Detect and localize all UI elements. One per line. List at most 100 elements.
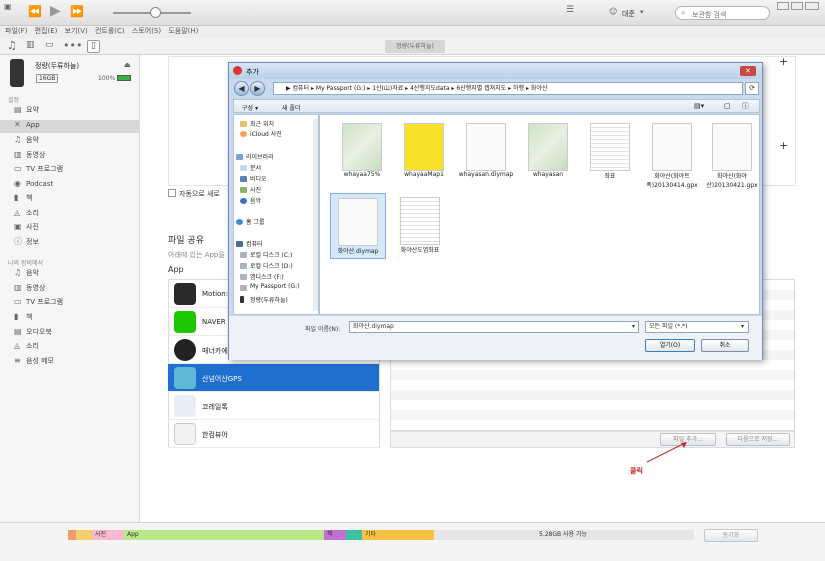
address-bar[interactable]: ▶ 컴퓨터 ▸ My Passport (G:) ▸ 1산(山)자료 ▸ 4산행… bbox=[273, 82, 743, 95]
save-to-button[interactable]: 다음으로 저장... bbox=[726, 433, 790, 446]
cancel-button[interactable]: 취소 bbox=[701, 339, 749, 352]
file-item[interactable]: 화야산(화야산)20130421.gpx bbox=[704, 123, 760, 189]
menu-edit[interactable]: 편집(E) bbox=[35, 27, 58, 35]
nav-item[interactable]: 컴퓨터 bbox=[246, 239, 263, 248]
sidebar-device-audiobooks[interactable]: ▤ 오디오북 bbox=[14, 327, 52, 340]
open-button[interactable]: 열기(O) bbox=[645, 339, 695, 352]
device-button[interactable]: ▯ bbox=[87, 40, 100, 53]
organize-button[interactable]: 구성 ▾ bbox=[242, 103, 258, 112]
filename-input[interactable]: 화야산.diymap bbox=[349, 321, 639, 333]
refresh-icon[interactable]: ⟳ bbox=[745, 82, 759, 95]
sidebar-item-music[interactable]: ♫ 음악 bbox=[14, 135, 39, 148]
sidebar-item-tv[interactable]: ▭ TV 프로그램 bbox=[14, 164, 63, 177]
add-page-icon[interactable]: + bbox=[779, 55, 788, 68]
sidebar-device-video[interactable]: ▥ 동영상 bbox=[14, 283, 45, 296]
sidebar-item-photos[interactable]: ▣ 사진 bbox=[14, 222, 39, 235]
search-input[interactable]: ⌕ 보관함 검색 bbox=[675, 6, 770, 20]
app-row[interactable]: 한컴뷰어 bbox=[168, 420, 379, 448]
account-label[interactable]: 대준 bbox=[622, 9, 635, 19]
sidebar-item-tones[interactable]: ◬ 소리 bbox=[14, 208, 39, 221]
navigation-pane: 최근 위치 iCloud 사진 라이브러리 문서 비디오 사진 음악 홈 그룹 … bbox=[233, 114, 319, 315]
chevron-down-icon[interactable]: ▾ bbox=[632, 323, 635, 330]
sidebar-device-tv[interactable]: ▭ TV 프로그램 bbox=[14, 297, 63, 310]
apps-header: App bbox=[168, 265, 184, 274]
nav-item[interactable]: 로컬 디스크 (D:) bbox=[250, 261, 293, 270]
volume-knob[interactable] bbox=[150, 7, 161, 18]
list-view-icon[interactable]: ☰ bbox=[566, 5, 574, 15]
nav-item[interactable]: 문서 bbox=[250, 163, 261, 172]
tv-icon[interactable]: ▭ bbox=[45, 40, 54, 50]
maximize-button[interactable] bbox=[791, 2, 803, 10]
sidebar-item-app[interactable]: ✕ App bbox=[0, 120, 140, 133]
menu-view[interactable]: 보기(V) bbox=[65, 27, 88, 35]
close-window-button[interactable] bbox=[805, 2, 819, 10]
fast-forward-icon[interactable]: ⏩ bbox=[70, 5, 84, 18]
sync-button[interactable]: 동기화 bbox=[704, 529, 758, 542]
device-tab[interactable]: 정량(두류하늘) bbox=[385, 40, 445, 53]
view-options-icon[interactable]: ▤▾ bbox=[694, 102, 704, 110]
back-button[interactable]: ◀ bbox=[234, 81, 249, 96]
search-icon: ⌕ bbox=[681, 8, 686, 17]
sidebar-device-tones[interactable]: ◬ 소리 bbox=[14, 341, 39, 354]
nav-item[interactable]: 사진 bbox=[250, 185, 261, 194]
sidebar-item-info[interactable]: ⓘ 정보 bbox=[14, 236, 39, 249]
app-row-selected[interactable]: 산넘어산GPS bbox=[168, 364, 379, 392]
nav-item[interactable]: 로컬 디스크 (C:) bbox=[250, 250, 292, 259]
sidebar-device-voice-memos[interactable]: ≡ 음성 메모 bbox=[14, 356, 54, 369]
nav-item[interactable]: 최근 위치 bbox=[250, 119, 274, 128]
menu-store[interactable]: 스토어(S) bbox=[132, 27, 161, 35]
user-icon[interactable]: ☺ bbox=[609, 7, 617, 16]
sidebar-item-books[interactable]: ▮ 책 bbox=[14, 193, 32, 206]
nav-item[interactable]: My Passport (G:) bbox=[250, 283, 299, 290]
file-item-selected[interactable]: 화야산.diymap bbox=[330, 193, 386, 259]
voice-memo-icon: ≡ bbox=[14, 356, 21, 365]
chevron-down-icon[interactable]: ▾ bbox=[741, 323, 744, 330]
nav-item[interactable]: 음악 bbox=[250, 196, 261, 205]
sidebar-item-podcast[interactable]: ◉ Podcast bbox=[14, 179, 53, 192]
file-item[interactable]: whayaaMap1 bbox=[396, 123, 452, 178]
file-item[interactable]: whayaa75% bbox=[334, 123, 390, 178]
more-icon[interactable]: ••• bbox=[63, 39, 82, 52]
file-item[interactable]: 화야산도엽좌표 bbox=[392, 197, 448, 254]
sidebar-device-books[interactable]: ▮ 책 bbox=[14, 312, 32, 325]
nav-item[interactable]: iCloud 사진 bbox=[250, 129, 282, 138]
sidebar-item-summary[interactable]: ▤ 요약 bbox=[14, 105, 39, 118]
add-file-dialog: 추가 ✕ ◀ ▶ ▶ 컴퓨터 ▸ My Passport (G:) ▸ 1산(山… bbox=[228, 62, 763, 360]
file-item[interactable]: whayasan.diymap bbox=[458, 123, 514, 178]
search-placeholder: 보관함 검색 bbox=[692, 11, 727, 19]
file-item[interactable]: 좌표 bbox=[582, 123, 638, 180]
chevron-down-icon[interactable]: ▾ bbox=[640, 8, 644, 16]
menu-help[interactable]: 도움말(H) bbox=[168, 27, 198, 35]
nav-scrollbar[interactable] bbox=[313, 119, 318, 311]
nav-item[interactable]: 라이브러리 bbox=[246, 152, 274, 161]
menu-file[interactable]: 파일(F) bbox=[5, 27, 27, 35]
file-item[interactable]: whayasan bbox=[520, 123, 576, 178]
sidebar-device-music[interactable]: ♫ 음악 bbox=[14, 268, 39, 281]
dialog-close-button[interactable]: ✕ bbox=[740, 66, 756, 76]
nav-item[interactable]: 엠디스크 (F:) bbox=[250, 272, 284, 281]
music-icon[interactable]: ♫ bbox=[7, 39, 17, 52]
storage-segment-video bbox=[76, 530, 92, 540]
nav-item[interactable]: 홈 그룹 bbox=[246, 217, 264, 226]
play-icon[interactable]: ▶ bbox=[50, 3, 61, 19]
device-capacity: 16GB bbox=[36, 74, 59, 83]
rewind-icon[interactable]: ⏪ bbox=[28, 5, 42, 18]
window-menu-icon[interactable]: ▣ bbox=[4, 2, 12, 11]
auto-sync-checkbox[interactable] bbox=[168, 189, 176, 197]
filetype-select[interactable]: 모든 파일 (*.*) bbox=[645, 321, 749, 333]
minimize-button[interactable] bbox=[777, 2, 789, 10]
new-folder-button[interactable]: 새 폴더 bbox=[282, 103, 300, 112]
storage-segment-audio bbox=[68, 530, 76, 540]
app-row[interactable]: 코레일톡 bbox=[168, 392, 379, 420]
menu-controls[interactable]: 컨트롤(C) bbox=[95, 27, 125, 35]
preview-pane-icon[interactable]: ▢ bbox=[724, 102, 731, 110]
help-icon[interactable]: ⓘ bbox=[742, 101, 749, 111]
sidebar-item-video[interactable]: ▥ 동영상 bbox=[14, 150, 45, 163]
nav-item[interactable]: 비디오 bbox=[250, 174, 267, 183]
nav-item[interactable]: 정량(두류하늘) bbox=[250, 295, 288, 304]
file-item[interactable]: 화야산(화야트폭)20130414.gpx bbox=[644, 123, 700, 189]
movie-icon[interactable]: ▥ bbox=[26, 40, 35, 50]
eject-icon[interactable]: ⏏ bbox=[124, 61, 131, 69]
add-page-icon[interactable]: + bbox=[779, 139, 788, 152]
forward-button[interactable]: ▶ bbox=[250, 81, 265, 96]
